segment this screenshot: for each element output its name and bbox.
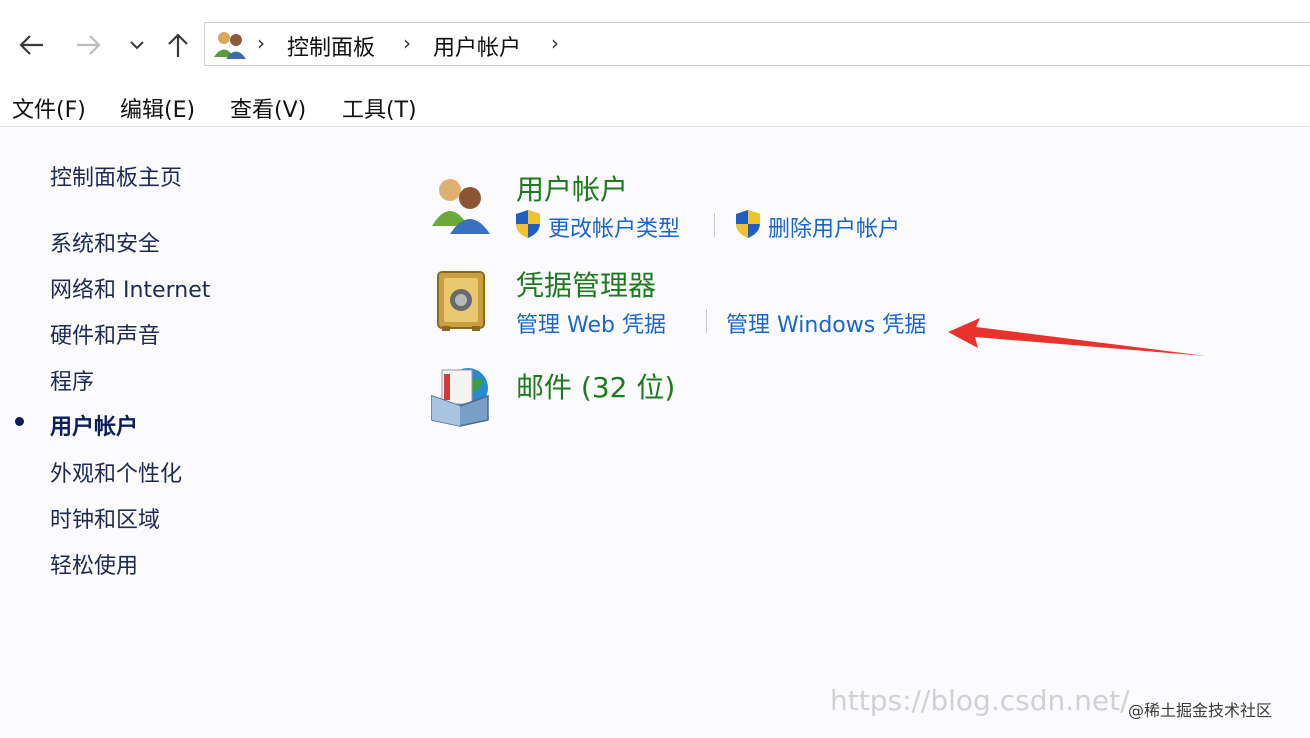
users-icon [214, 32, 246, 59]
sidebar-item-network[interactable]: 网络和 Internet [50, 272, 210, 304]
uac-shield-icon [736, 210, 760, 238]
category-title-user-accounts[interactable]: 用户帐户 [516, 168, 628, 208]
link-divider [706, 309, 707, 333]
link-divider [714, 213, 715, 237]
address-bar[interactable]: › 控制面板 › 用户帐户 › [204, 22, 1310, 66]
manage-windows-credentials-link[interactable]: 管理 Windows 凭据 [726, 307, 926, 339]
up-button[interactable] [162, 28, 194, 62]
menu-bar: 文件(F) 编辑(E) 查看(V) 工具(T) [0, 82, 1310, 127]
breadcrumb-separator[interactable]: › [551, 31, 559, 55]
breadcrumb-user-accounts[interactable]: 用户帐户 [433, 30, 521, 62]
watermark-tag: @稀土掘金技术社区 [1128, 697, 1273, 721]
manage-web-credentials-link[interactable]: 管理 Web 凭据 [516, 307, 666, 339]
arrow-up-icon [168, 33, 188, 57]
sidebar-item-hardware[interactable]: 硬件和声音 [50, 318, 160, 350]
forward-button[interactable] [72, 28, 106, 62]
sidebar-item-user-accounts[interactable]: 用户帐户 [50, 409, 138, 441]
recent-locations-button[interactable] [126, 28, 148, 62]
user-accounts-icon[interactable] [428, 172, 494, 238]
menu-file[interactable]: 文件(F) [12, 92, 86, 124]
sidebar-item-home[interactable]: 控制面板主页 [50, 160, 182, 192]
mail-icon[interactable] [428, 362, 494, 428]
sidebar-item-system-security[interactable]: 系统和安全 [50, 226, 160, 258]
menu-tools[interactable]: 工具(T) [342, 92, 417, 124]
change-account-type-link[interactable]: 更改帐户类型 [548, 211, 680, 243]
active-indicator [15, 417, 24, 426]
arrow-right-icon [77, 35, 101, 55]
sidebar-item-appearance[interactable]: 外观和个性化 [50, 456, 182, 488]
back-button[interactable] [14, 28, 48, 62]
sidebar-item-programs[interactable]: 程序 [50, 364, 94, 396]
credential-vault-icon[interactable] [428, 268, 494, 334]
menu-view[interactable]: 查看(V) [230, 92, 306, 124]
breadcrumb-separator[interactable]: › [257, 31, 265, 55]
category-title-credential-manager[interactable]: 凭据管理器 [516, 264, 656, 304]
delete-user-account-link[interactable]: 删除用户帐户 [768, 211, 900, 243]
category-title-mail[interactable]: 邮件 (32 位) [516, 366, 675, 406]
uac-shield-icon [516, 210, 540, 238]
sidebar-item-clock-region[interactable]: 时钟和区域 [50, 502, 160, 534]
breadcrumb-separator[interactable]: › [403, 31, 411, 55]
navigation-bar: › 控制面板 › 用户帐户 › [0, 0, 1310, 82]
menu-edit[interactable]: 编辑(E) [120, 92, 195, 124]
sidebar-item-ease-of-access[interactable]: 轻松使用 [50, 548, 138, 580]
chevron-down-icon [130, 41, 144, 50]
arrow-left-icon [19, 35, 43, 55]
breadcrumb-control-panel[interactable]: 控制面板 [287, 30, 375, 62]
watermark-url: https://blog.csdn.net/ [830, 684, 1130, 717]
